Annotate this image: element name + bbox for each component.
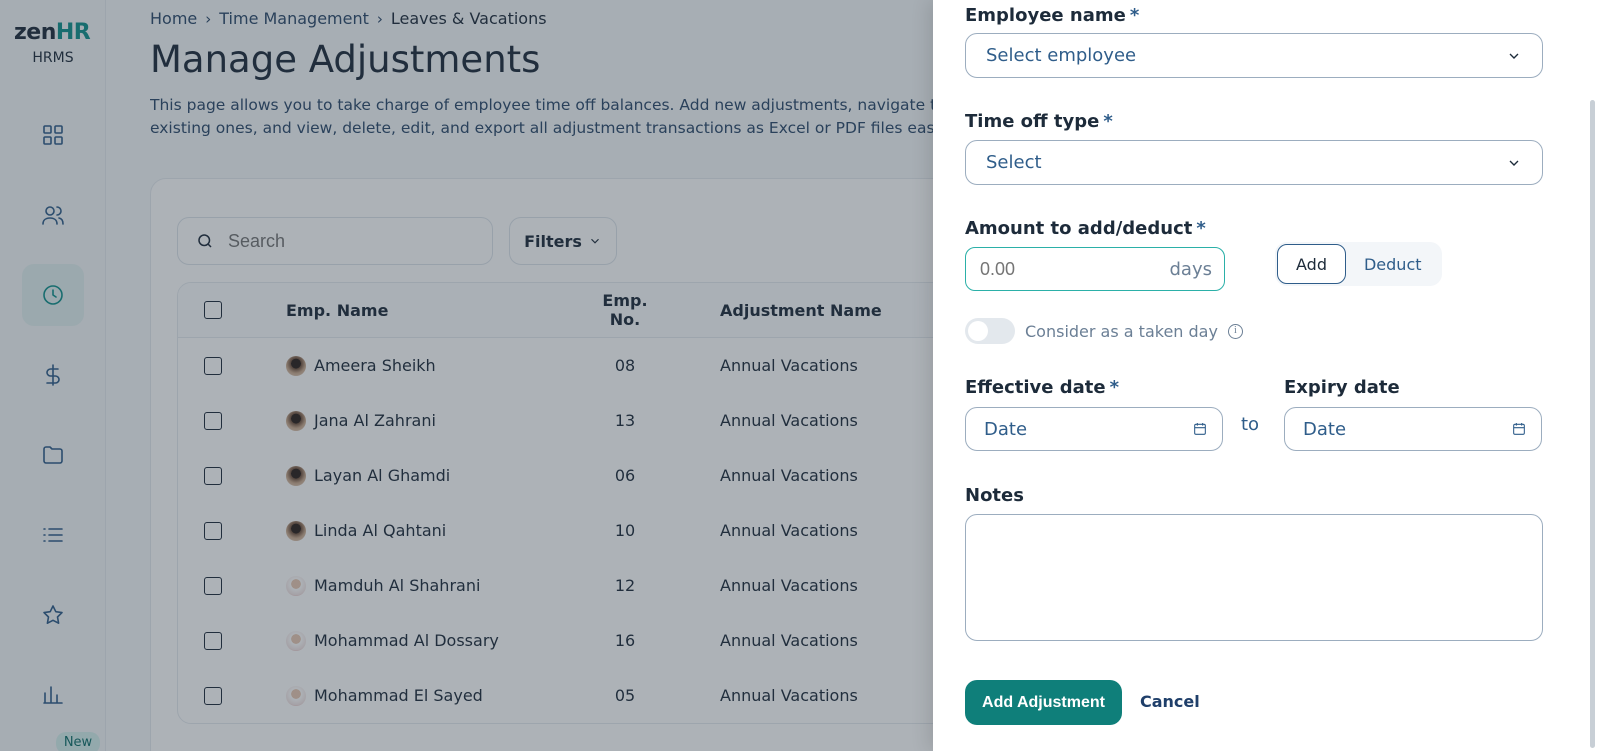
deduct-option-button[interactable]: Deduct (1346, 244, 1440, 284)
taken-day-label: Consider as a taken day (1025, 321, 1218, 341)
time-off-type-label: Time off type * (965, 111, 1113, 132)
calendar-icon (1513, 423, 1525, 435)
cancel-button[interactable]: Cancel (1140, 692, 1200, 711)
add-deduct-toggle: Add Deduct (1275, 242, 1442, 286)
chevron-down-icon (1509, 53, 1519, 59)
employee-select-placeholder: Select employee (986, 45, 1137, 66)
amount-label-text: Amount to add/deduct (965, 218, 1193, 239)
amount-field[interactable]: days (965, 247, 1225, 291)
add-adjustment-button[interactable]: Add Adjustment (965, 680, 1122, 725)
amount-label: Amount to add/deduct * (965, 218, 1206, 239)
drawer-scrollbar[interactable] (1590, 100, 1595, 748)
notes-label: Notes (965, 485, 1024, 506)
required-mark: * (1109, 377, 1120, 398)
effective-date-input[interactable]: Date (965, 407, 1223, 451)
required-mark: * (1129, 5, 1140, 26)
employee-select[interactable]: Select employee (965, 33, 1543, 78)
amount-input[interactable] (980, 258, 1100, 280)
employee-name-label-text: Employee name (965, 5, 1126, 26)
time-off-type-select[interactable]: Select (965, 140, 1543, 185)
amount-unit: days (1169, 258, 1213, 280)
calendar-icon (1194, 423, 1206, 435)
expiry-date-input[interactable]: Date (1284, 407, 1542, 451)
required-mark: * (1196, 218, 1206, 239)
taken-day-row: Consider as a taken day i (965, 318, 1243, 344)
employee-name-label: Employee name * (965, 5, 1139, 26)
add-option-button[interactable]: Add (1277, 244, 1346, 284)
notes-textarea[interactable] (965, 514, 1543, 641)
chevron-down-icon (1509, 160, 1519, 166)
taken-day-switch[interactable] (965, 318, 1015, 344)
required-mark: * (1103, 111, 1113, 132)
info-icon[interactable]: i (1227, 323, 1243, 339)
time-off-type-label-text: Time off type (965, 111, 1100, 132)
effective-date-label-text: Effective date (965, 377, 1106, 398)
expiry-date-label-text: Expiry date (1284, 377, 1400, 398)
time-off-type-placeholder: Select (986, 152, 1042, 173)
date-range-separator: to (1241, 414, 1260, 435)
effective-date-label: Effective date * (965, 377, 1119, 398)
effective-date-placeholder: Date (984, 418, 1028, 440)
expiry-date-label: Expiry date (1284, 377, 1400, 398)
add-adjustment-drawer: Employee name * Select employee Time off … (933, 0, 1600, 751)
expiry-date-placeholder: Date (1303, 418, 1347, 440)
